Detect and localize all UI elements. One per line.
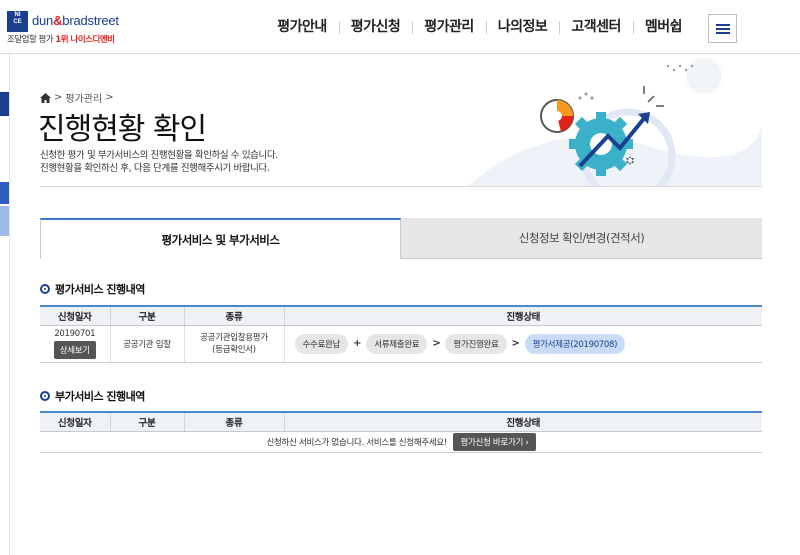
progress-steps: 수수료완납 + 서류제출완료 > 평가진행완료 > 평가서제공(20190708… — [285, 333, 763, 354]
chevron-right-icon: > — [432, 338, 441, 349]
nav-item-customer-center[interactable]: 고객센터 — [559, 19, 633, 35]
page-title: 진행현황 확인 — [38, 112, 207, 147]
bullet-icon — [40, 284, 50, 294]
table-row: 20190701 상세보기 공공기관 입찰 공공기관입찰용평가 (등급확인서) … — [40, 325, 763, 363]
tab-bar: 평가서비스 및 부가서비스 신청정보 확인/변경(견적서) — [40, 218, 762, 259]
column-header-category: 구분 — [109, 411, 184, 432]
evaluation-history-table: 신청일자 구분 종류 진행상태 20190701 상세보기 공공기관 입찰 공공… — [40, 305, 762, 363]
breadcrumb-separator: > — [54, 92, 63, 103]
detail-button[interactable]: 상세보기 — [53, 340, 96, 359]
cell-type: 공공기관입찰용평가 (등급확인서) — [183, 325, 284, 363]
cell-category: 공공기관 입찰 — [109, 325, 184, 363]
nav-item-evaluation-apply[interactable]: 평가신청 — [338, 19, 413, 35]
nav-item-evaluation-guide[interactable]: 평가안내 — [265, 19, 339, 35]
empty-message: 신청하신 서비스가 없습니다. 서비스를 신청해주세요! — [266, 437, 448, 448]
breadcrumb-separator: > — [105, 92, 114, 103]
section-evaluation-history-title: 평가서비스 진행내역 — [40, 281, 145, 297]
column-header-category: 구분 — [109, 305, 184, 326]
step-fee-paid: 수수료완납 — [294, 333, 349, 354]
step-evaluation-done: 평가진행완료 — [445, 333, 507, 354]
nav-item-evaluation-manage[interactable]: 평가관리 — [412, 19, 486, 35]
nice-logo-mark: NI CE — [7, 11, 28, 32]
nav-item-membership[interactable]: 멤버쉽 — [632, 19, 694, 35]
column-header-apply-date: 신청일자 — [40, 305, 110, 326]
progress-illustration — [468, 56, 762, 204]
step-documents-submitted: 서류제출완료 — [366, 333, 428, 354]
tab-evaluation-and-addon-services[interactable]: 평가서비스 및 부가서비스 — [40, 218, 401, 259]
site-logo[interactable]: NI CE dun&bradstreet 조달업할 평가 1위 나이스디앤비 — [7, 11, 127, 45]
title-divider — [40, 186, 762, 187]
column-header-type: 종류 — [183, 411, 284, 432]
cell-status: 수수료완납 + 서류제출완료 > 평가진행완료 > 평가서제공(20190708… — [283, 325, 763, 363]
tab-application-info-quote[interactable]: 신청정보 확인/변경(견적서) — [401, 218, 762, 259]
column-header-apply-date: 신청일자 — [40, 411, 110, 432]
step-report-provided: 평가서제공(20190708) — [524, 333, 626, 354]
column-header-status: 진행상태 — [283, 411, 762, 432]
empty-row: 신청하신 서비스가 없습니다. 서비스를 신청해주세요! 평가신청 바로가기 › — [40, 431, 762, 453]
logo-wordmark: dun&bradstreet — [32, 13, 119, 28]
cell-apply-date: 20190701 상세보기 — [40, 325, 110, 363]
column-header-type: 종류 — [183, 305, 284, 326]
go-apply-button[interactable]: 평가신청 바로가기 › — [453, 432, 536, 451]
chevron-right-icon: > — [511, 338, 520, 349]
main-nav: 평가안내 평가신청 평가관리 나의정보 고객센터 멤버쉽 — [265, 19, 694, 35]
nav-item-my-info[interactable]: 나의정보 — [485, 19, 560, 35]
page-description: 신청한 평가 및 부가서비스의 진행현황을 확인하실 수 있습니다. 진행현황을… — [40, 150, 278, 174]
home-icon[interactable] — [40, 92, 51, 103]
breadcrumb: > 평가관리 > — [40, 90, 114, 105]
hamburger-icon[interactable] — [708, 14, 737, 43]
bullet-icon — [40, 391, 50, 401]
section-addon-history-title: 부가서비스 진행내역 — [40, 388, 145, 404]
addon-history-table: 신청일자 구분 종류 진행상태 신청하신 서비스가 없습니다. 서비스를 신청해… — [40, 411, 762, 453]
plus-icon: + — [353, 338, 362, 349]
side-panel-edge — [0, 54, 10, 555]
column-header-status: 진행상태 — [283, 305, 762, 326]
breadcrumb-item-evaluation-manage[interactable]: 평가관리 — [65, 90, 102, 105]
site-header: NI CE dun&bradstreet 조달업할 평가 1위 나이스디앤비 평… — [0, 0, 800, 54]
logo-tagline: 조달업할 평가 1위 나이스디앤비 — [7, 35, 115, 45]
